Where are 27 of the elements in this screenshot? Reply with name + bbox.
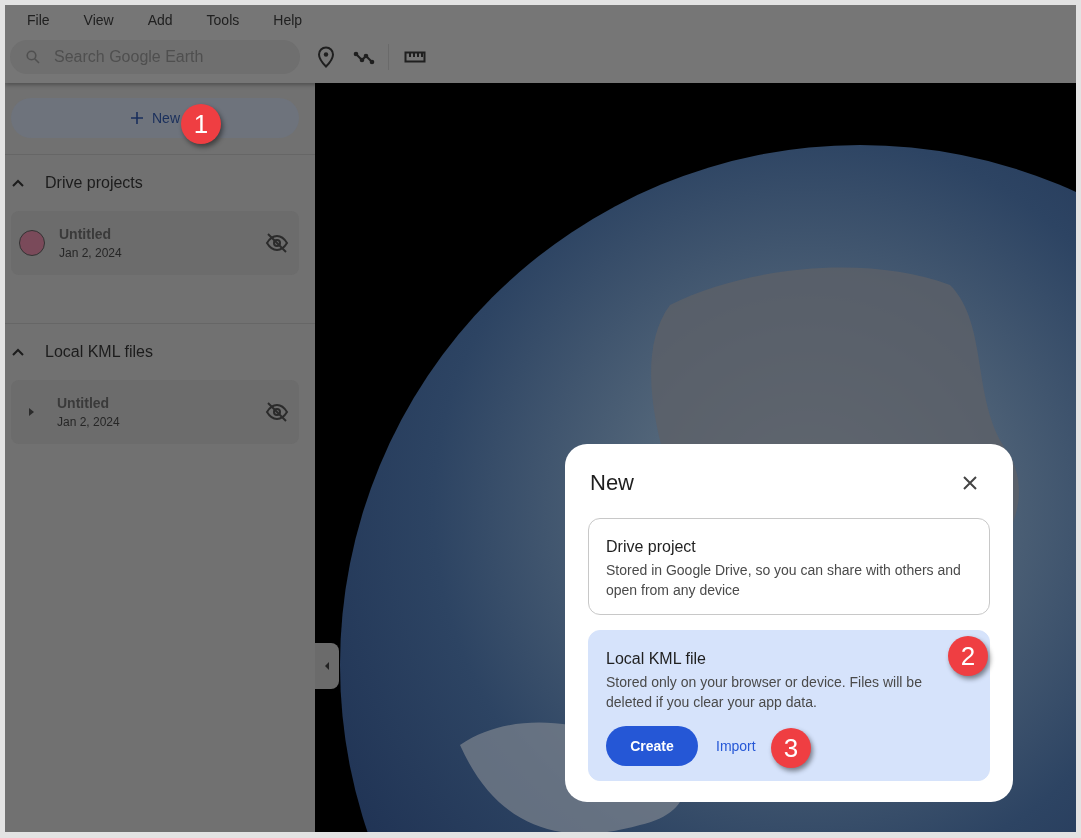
plus-icon [130,111,144,125]
caret-left-icon [323,661,331,671]
eye-off-icon[interactable] [265,400,289,424]
menu-item[interactable]: Help [263,12,317,28]
section-title: Local KML files [45,343,153,361]
chevron-up-icon[interactable] [11,347,25,357]
avatar-image [19,230,45,256]
eye-off-icon[interactable] [265,231,289,255]
option-card[interactable]: Drive project Stored in Google Drive, so you can share with others and open from any device [588,518,990,615]
chevron-up-icon[interactable] [11,178,25,188]
option-description: Stored in Google Drive, so you can share with others and open from any device [606,561,962,600]
project-date: Jan 2, 2024 [59,246,123,260]
collapse-panel-button[interactable] [315,643,339,689]
option-description: Stored only on your browser or device. Files will be deleted if you clear your app data. [606,673,923,712]
dialog-title: New [589,470,634,496]
menu-item[interactable]: View [73,12,128,28]
create-button[interactable]: Create [606,726,698,766]
close-icon [962,475,978,491]
option-title: Local KML file [606,650,706,668]
option-title: Drive project [606,538,696,556]
import-link[interactable]: Import [716,738,756,754]
menu-item[interactable]: Add [137,12,187,28]
search-icon [26,50,40,64]
project-date: Jan 2, 2024 [57,415,121,429]
menu-item[interactable]: File [17,12,64,28]
menu-item[interactable]: Tools [196,12,254,28]
section-title: Drive projects [45,174,143,192]
